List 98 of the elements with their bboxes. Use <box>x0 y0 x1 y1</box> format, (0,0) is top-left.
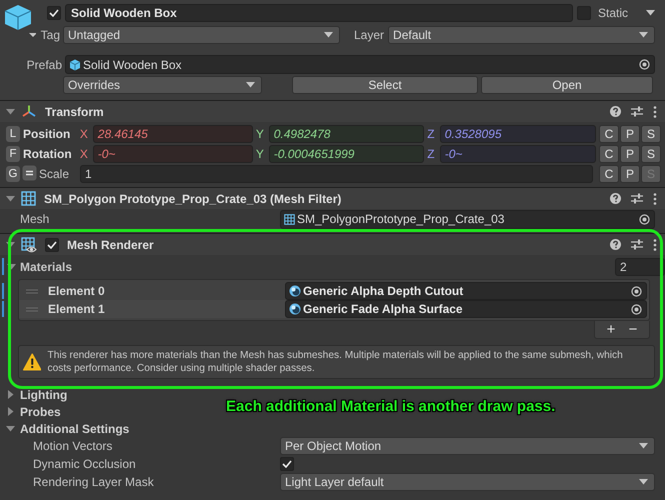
name-field[interactable]: Solid Wooden Box <box>65 4 573 22</box>
materials-label[interactable]: Materials <box>20 260 615 274</box>
mesh-label: Mesh <box>20 212 50 226</box>
caret-icon <box>639 443 648 449</box>
more-icon[interactable] <box>653 192 657 204</box>
caret-icon <box>324 32 333 38</box>
transform-action-button[interactable]: C <box>599 145 620 163</box>
axis-label: X <box>78 147 89 161</box>
cube-icon <box>69 58 81 70</box>
element-label: Element 0 <box>48 284 106 298</box>
number-field[interactable]: 1 <box>80 165 593 183</box>
overrides-dropdown[interactable]: Overrides <box>63 76 262 94</box>
field-label: Scale <box>38 167 70 181</box>
number-field[interactable]: -0~ <box>92 145 253 163</box>
select-button[interactable]: Select <box>292 76 478 94</box>
setting-label: Rendering Layer Mask <box>33 475 155 489</box>
prefab-label: Prefab <box>26 58 62 72</box>
more-icon[interactable] <box>653 238 657 250</box>
foldout-arrow-icon[interactable] <box>6 407 15 416</box>
drag-handle-icon[interactable] <box>26 306 38 312</box>
warning-message: This renderer has more materials than the Mesh has submeshes. Multiple materials will be applied to the same submesh, which costs performance. Consider using multiple shader passes. <box>47 349 624 375</box>
target-icon[interactable] <box>631 304 642 314</box>
sphere-icon <box>289 303 301 315</box>
setting-checkbox[interactable] <box>280 457 294 471</box>
mesh-field[interactable]: SM_PolygonPrototype_Prop_Crate_03 <box>280 210 655 228</box>
transform-action-button[interactable]: C <box>599 125 620 143</box>
element-label: Element 1 <box>48 302 106 316</box>
field-label: Rotation <box>22 147 73 161</box>
sphere-icon <box>289 285 301 297</box>
caret-icon <box>639 479 648 485</box>
section-header[interactable]: Lighting <box>20 388 68 402</box>
axis-label: Z <box>426 127 436 141</box>
foldout-arrow-icon[interactable] <box>6 424 15 433</box>
number-field[interactable]: 0.4982478 <box>268 125 424 143</box>
remove-button[interactable]: − <box>627 322 639 338</box>
number-field[interactable]: 0.3528095 <box>440 125 596 143</box>
grid-eye-icon <box>21 236 37 252</box>
mode-button[interactable]: L <box>6 126 20 142</box>
layer-dropdown[interactable]: Default <box>388 26 655 44</box>
help-icon[interactable] <box>610 106 621 117</box>
section-header[interactable]: Probes <box>20 404 61 418</box>
caret-icon <box>639 32 648 38</box>
material-field[interactable]: Generic Alpha Depth Cutout <box>285 282 647 300</box>
setting-dropdown[interactable]: Light Layer default <box>280 473 655 491</box>
mode-button[interactable]: G <box>6 166 20 182</box>
transform-action-button[interactable]: S <box>641 145 662 163</box>
section-header[interactable]: Additional Settings <box>20 422 130 436</box>
mode-button[interactable]: F <box>6 146 20 162</box>
number-field[interactable]: -0~ <box>440 145 596 163</box>
open-button[interactable]: Open <box>481 76 653 94</box>
transform-icon <box>21 104 37 120</box>
target-icon[interactable] <box>639 214 650 224</box>
size-field[interactable]: 2 <box>615 258 665 276</box>
tag-dropdown[interactable]: Untagged <box>63 26 340 44</box>
grid-icon <box>21 191 36 206</box>
annotation-text: Each additional Material is another draw pass. <box>226 398 556 415</box>
target-icon[interactable] <box>631 286 642 296</box>
transform-action-button[interactable]: P <box>620 165 640 183</box>
target-icon[interactable] <box>639 59 650 70</box>
transform-action-button[interactable]: S <box>641 125 662 143</box>
field-label: Position <box>22 127 72 141</box>
tag-label: Tag <box>40 28 60 42</box>
sliders-icon[interactable] <box>631 106 643 117</box>
axis-label: Z <box>426 147 436 161</box>
foldout-arrow-icon[interactable] <box>6 390 15 399</box>
setting-label: Dynamic Occlusion <box>33 457 137 471</box>
axis-label: Y <box>254 127 265 141</box>
add-button[interactable]: + <box>605 322 617 338</box>
foldout-arrow-icon[interactable] <box>7 262 16 271</box>
layer-label: Layer <box>354 28 384 42</box>
axis-label: X <box>78 127 89 141</box>
transform-action-button[interactable]: P <box>620 145 640 163</box>
material-field[interactable]: Generic Fade Alpha Surface <box>285 300 647 318</box>
caret-icon <box>646 10 655 16</box>
help-icon[interactable] <box>610 239 621 250</box>
foldout-arrow-icon[interactable] <box>6 194 15 203</box>
foldout-arrow-icon[interactable] <box>6 107 15 116</box>
transform-action-button[interactable]: C <box>599 165 619 183</box>
enable-checkbox[interactable] <box>45 238 59 252</box>
static-checkbox[interactable] <box>577 6 591 20</box>
drag-handle-icon[interactable] <box>26 288 38 294</box>
static-label: Static <box>598 6 630 20</box>
transform-action-button[interactable]: P <box>620 125 640 143</box>
setting-dropdown[interactable]: Per Object Motion <box>280 437 655 455</box>
active-checkbox[interactable] <box>47 6 61 20</box>
link-toggle-icon[interactable] <box>22 164 37 180</box>
grid-icon <box>284 214 295 224</box>
sliders-icon[interactable] <box>631 239 643 250</box>
more-icon[interactable] <box>653 106 657 118</box>
sliders-icon[interactable] <box>631 193 643 204</box>
setting-label: Motion Vectors <box>33 439 114 453</box>
axis-label: Y <box>254 147 265 161</box>
caret-icon <box>246 82 255 88</box>
number-field[interactable]: -0.0004651999 <box>268 145 424 163</box>
help-icon[interactable] <box>610 193 621 204</box>
prefab-field[interactable]: Solid Wooden Box <box>65 55 655 74</box>
cube-icon[interactable] <box>4 4 36 38</box>
number-field[interactable]: 28.46145 <box>92 125 253 143</box>
